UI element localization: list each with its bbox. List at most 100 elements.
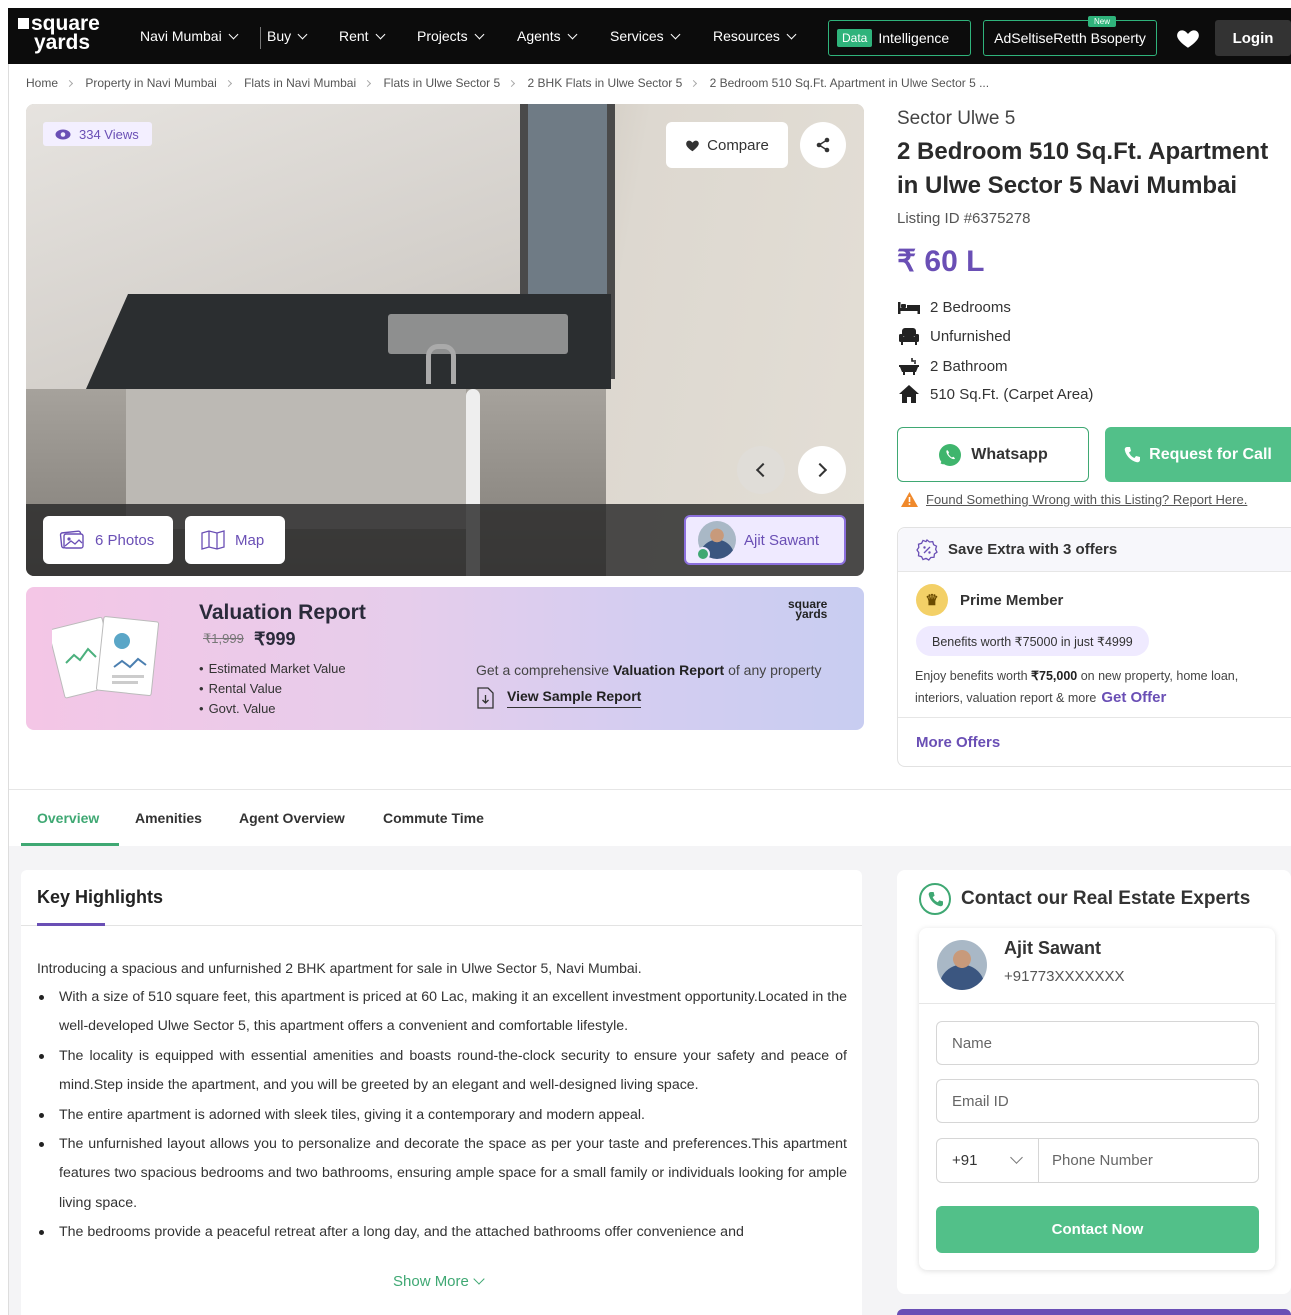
nav-resources-label: Resources [713, 28, 780, 44]
valuation-point: Rental Value [199, 679, 346, 699]
breadcrumb-flats-city[interactable]: Flats in Navi Mumbai [244, 76, 356, 90]
key-highlights-card: Key Highlights Introducing a spacious an… [21, 870, 862, 1315]
photo-tap [426, 344, 456, 384]
share-icon [816, 137, 830, 153]
valuation-desc-post: of any property [724, 662, 822, 678]
chevron-right-icon [65, 79, 74, 88]
tab-amenities[interactable]: Amenities [135, 810, 202, 826]
spec-bathrooms-label: 2 Bathroom [930, 357, 1008, 375]
nav-divider [260, 27, 261, 49]
views-count: 334 Views [79, 126, 139, 142]
property-location: Sector Ulwe 5 [897, 108, 1016, 129]
offers-divider [898, 717, 1291, 718]
breadcrumb: Home Property in Navi Mumbai Flats in Na… [26, 76, 989, 90]
valuation-new-price: ₹999 [254, 629, 296, 649]
sell-property-button[interactable]: New AdSeltiseRetth Bsoperty [983, 16, 1157, 56]
spec-bathrooms: 2 Bathroom [898, 357, 1008, 375]
heart-icon[interactable] [1175, 25, 1201, 51]
tabs-divider [9, 789, 1291, 790]
benefits-text-bold: ₹75,000 [1031, 669, 1078, 683]
get-offer-link[interactable]: Get Offer [1101, 689, 1166, 706]
tab-overview[interactable]: Overview [37, 810, 99, 826]
listing-id: Listing ID #6375278 [897, 210, 1031, 227]
crown-icon: ♛ [916, 584, 948, 616]
photos-button[interactable]: 6 Photos [43, 516, 173, 564]
property-price: ₹ 60 L [897, 245, 985, 278]
breadcrumb-flats-sector[interactable]: Flats in Ulwe Sector 5 [383, 76, 500, 90]
view-sample-report-label: View Sample Report [507, 688, 642, 708]
breadcrumb-2bhk[interactable]: 2 BHK Flats in Ulwe Sector 5 [528, 76, 683, 90]
breadcrumb-current: 2 Bedroom 510 Sq.Ft. Apartment in Ulwe S… [709, 76, 990, 90]
compare-button[interactable]: Compare [666, 122, 788, 168]
show-more-button[interactable]: Show More [393, 1273, 485, 1290]
chevron-down-icon [375, 29, 386, 40]
report-listing-label: Found Something Wrong with this Listing?… [926, 492, 1248, 507]
whatsapp-button[interactable]: Whatsapp [897, 427, 1089, 482]
tab-commute-time[interactable]: Commute Time [383, 810, 484, 826]
data-intelligence-button[interactable]: Data Intelligence [828, 20, 971, 56]
request-call-button[interactable]: Request for Call [1105, 427, 1291, 482]
photo-gallery[interactable]: 334 Views Compare 6 Photos Map Ajit Sawa… [26, 104, 864, 576]
photos-icon [59, 530, 84, 549]
nav-agents[interactable]: Agents [517, 28, 578, 44]
share-button[interactable] [800, 122, 846, 168]
breadcrumb-property[interactable]: Property in Navi Mumbai [85, 76, 216, 90]
name-input[interactable] [936, 1021, 1259, 1065]
list-item: The unfurnished layout allows you to per… [37, 1130, 847, 1218]
nav-rent[interactable]: Rent [339, 28, 386, 44]
sofa-icon [898, 327, 920, 345]
views-badge: 334 Views [43, 122, 152, 146]
list-item: The locality is equipped with essential … [37, 1042, 847, 1101]
more-offers-link[interactable]: More Offers [916, 734, 1000, 751]
eye-icon [55, 129, 71, 139]
prime-member-label: Prime Member [960, 591, 1064, 609]
download-document-icon [477, 687, 494, 709]
chevron-down-icon [228, 29, 239, 40]
square-yards-small-logo: square yards [788, 598, 827, 620]
valuation-description: Get a comprehensive Valuation Report of … [476, 662, 821, 678]
phone-input[interactable] [1040, 1139, 1258, 1182]
contact-now-button[interactable]: Contact Now [936, 1206, 1259, 1253]
nav-agents-label: Agents [517, 28, 561, 44]
chevron-right-icon [364, 79, 372, 88]
chevron-down-icon [670, 29, 681, 40]
intelligence-label: Intelligence [878, 30, 950, 46]
city-selector[interactable]: Navi Mumbai [140, 28, 239, 44]
nav-projects-label: Projects [417, 28, 468, 44]
chevron-right-icon [224, 79, 232, 88]
report-listing-link[interactable]: Found Something Wrong with this Listing?… [901, 492, 1247, 507]
valuation-points: Estimated Market Value Rental Value Govt… [199, 659, 346, 719]
whatsapp-label: Whatsapp [971, 445, 1048, 463]
square-yards-logo[interactable]: square yards [18, 13, 100, 54]
agent-chip[interactable]: Ajit Sawant [684, 515, 846, 565]
login-button[interactable]: Login [1215, 20, 1291, 56]
highlights-list: With a size of 510 square feet, this apa… [37, 983, 847, 1248]
next-photo-button[interactable] [798, 446, 846, 494]
tab-agent-overview[interactable]: Agent Overview [239, 810, 345, 826]
valuation-point: Govt. Value [199, 699, 346, 719]
contact-header: Contact our Real Estate Experts [919, 883, 1250, 915]
nav-projects[interactable]: Projects [417, 28, 485, 44]
country-code-select[interactable]: +91 [937, 1139, 1039, 1182]
nav-buy-label: Buy [267, 28, 292, 44]
map-icon [201, 530, 225, 550]
contact-form-card: Ajit Sawant +91773XXXXXXX +91 Contact No… [919, 928, 1275, 1270]
prev-photo-button[interactable] [737, 446, 785, 494]
nav-services[interactable]: Services [610, 28, 681, 44]
logo-text-2: yards [34, 31, 91, 54]
breadcrumb-home[interactable]: Home [26, 76, 58, 90]
chevron-down-icon [297, 29, 308, 40]
map-button[interactable]: Map [185, 516, 285, 564]
logo-square-icon [18, 18, 29, 29]
bed-icon [898, 298, 920, 316]
property-title: 2 Bedroom 510 Sq.Ft. Apartment in Ulwe S… [897, 138, 1269, 199]
nav-buy[interactable]: Buy [267, 28, 308, 44]
highlights-intro: Introducing a spacious and unfurnished 2… [37, 960, 642, 976]
country-code-value: +91 [952, 1152, 978, 1169]
view-sample-report-link[interactable]: View Sample Report [475, 687, 642, 709]
nav-resources[interactable]: Resources [713, 28, 797, 44]
offers-header[interactable]: Save Extra with 3 offers [898, 528, 1291, 572]
valuation-report-banner[interactable]: Valuation Report ₹1,999 ₹999 Estimated M… [26, 587, 864, 730]
chevron-down-icon [474, 29, 485, 40]
email-input[interactable] [936, 1079, 1259, 1123]
